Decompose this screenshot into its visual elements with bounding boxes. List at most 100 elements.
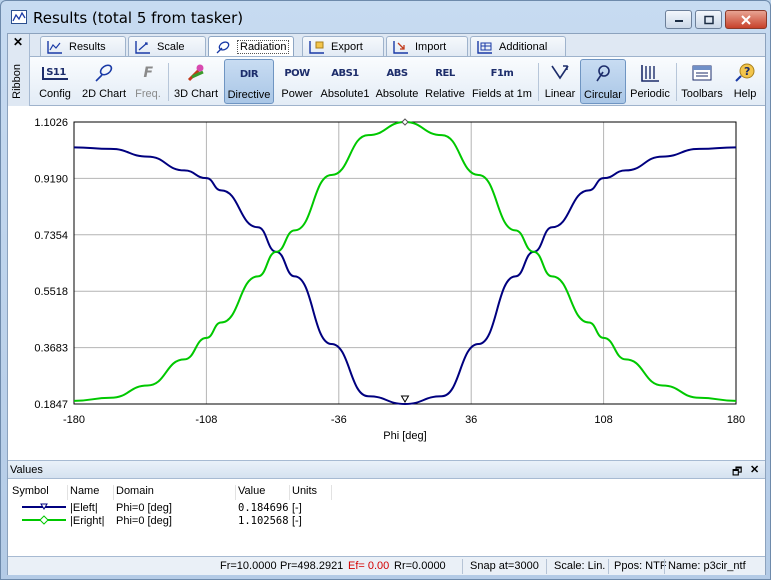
relative-button[interactable]: REL Relative [422, 59, 468, 104]
periodic-button[interactable]: Periodic [628, 59, 672, 104]
close-button[interactable] [725, 10, 767, 29]
status-fr: Fr=10.0000 [220, 560, 277, 572]
freq-button[interactable]: F Freq. [134, 59, 162, 104]
column-header-domain[interactable]: Domain [116, 485, 236, 500]
export-icon [309, 40, 324, 54]
absolute-icon: ABS [386, 67, 408, 79]
row-domain: Phi=0 [deg] [116, 502, 172, 514]
x-tick-label: 180 [727, 414, 745, 426]
toolbar-separator [168, 63, 169, 101]
column-header-symbol[interactable]: Symbol [12, 485, 68, 500]
column-header-units[interactable]: Units [292, 485, 332, 500]
y-tick-label: 0.9190 [34, 173, 68, 185]
ribbon-close-icon[interactable]: ✕ [13, 35, 23, 49]
x-tick-label: -108 [195, 414, 217, 426]
toolbar-separator [676, 63, 677, 101]
directive-label: Directive [227, 89, 271, 101]
fields-at-1m-icon: F1m [490, 67, 514, 79]
row-name: |Eleft| [70, 502, 98, 514]
fields-at-1m-button[interactable]: F1m Fields at 1m [470, 59, 534, 104]
3d-chart-icon [185, 61, 207, 85]
status-pr: Pr=498.2921 [280, 560, 344, 572]
linear-label: Linear [544, 88, 576, 100]
row-value: 1.102568 [238, 515, 289, 527]
tab-scale[interactable]: Scale [128, 36, 206, 56]
freq-label: Freq. [135, 88, 161, 100]
directive-button[interactable]: DIR Directive [224, 59, 274, 104]
relative-label: Relative [425, 88, 465, 100]
x-axis-label: Phi [deg] [383, 430, 426, 442]
minimize-icon [674, 19, 683, 22]
status-rr: Rr=0.0000 [394, 560, 446, 572]
circular-label: Circular [584, 89, 622, 101]
config-icon: S11 [42, 61, 68, 85]
absolute1-button[interactable]: ABS1 Absolute1 [318, 59, 372, 104]
title-bar[interactable]: Results (total 5 from tasker) [1, 1, 770, 33]
help-label: Help [733, 88, 757, 100]
app-icon [11, 10, 27, 24]
3d-chart-button[interactable]: 3D Chart [172, 59, 220, 104]
results-window: Results (total 5 from tasker) ✕ Ribbon R… [0, 0, 771, 580]
row-value: 0.184696 [238, 502, 289, 514]
y-tick-label: 0.3683 [34, 343, 68, 355]
toolbars-button[interactable]: Toolbars [680, 59, 724, 104]
y-tick-label: 0.1847 [34, 399, 68, 411]
toolbar-separator [538, 63, 539, 101]
tab-results[interactable]: Results [40, 36, 126, 56]
power-button[interactable]: POW Power [278, 59, 316, 104]
ribbon-label: Ribbon [11, 64, 23, 99]
circular-icon [592, 62, 614, 86]
help-button[interactable]: ? Help [730, 59, 760, 104]
column-header-value[interactable]: Value [238, 485, 290, 500]
row-domain: Phi=0 [deg] [116, 515, 172, 527]
column-header-name[interactable]: Name [70, 485, 114, 500]
tab-additional[interactable]: Additional [470, 36, 566, 56]
chart-area[interactable]: 0.1847 0.3683 0.5518 0.7354 0.9190 1.1026 -180… [8, 107, 765, 457]
linear-button[interactable]: Linear [542, 59, 578, 104]
values-panel-title: Values [10, 464, 43, 476]
minimize-button[interactable] [665, 10, 692, 29]
config-label: Config [39, 88, 71, 100]
x-tick-label: 108 [594, 414, 612, 426]
circular-button[interactable]: Circular [580, 59, 626, 104]
tab-export-label: Export [331, 40, 363, 53]
config-button[interactable]: S11 Config [38, 59, 72, 104]
tab-radiation-label: Radiation [237, 40, 290, 54]
window-title: Results (total 5 from tasker) [33, 9, 244, 27]
2d-chart-label: 2D Chart [81, 88, 127, 100]
power-label: Power [281, 88, 313, 100]
directive-icon: DIR [239, 68, 259, 80]
svg-text:?: ? [744, 65, 750, 78]
status-ef: Ef= 0.00 [348, 560, 390, 572]
status-bar: Fr=10.0000 Pr=498.2921 Ef= 0.00 Rr=0.000… [8, 556, 765, 575]
tab-additional-label: Additional [499, 40, 548, 53]
relative-icon: REL [435, 67, 455, 79]
close-panel-icon[interactable]: ✕ [750, 463, 759, 476]
freq-icon: F [143, 65, 153, 81]
status-scale: Scale: Lin. [554, 560, 606, 572]
2d-chart-button[interactable]: 2D Chart [80, 59, 128, 104]
y-tick-label: 1.1026 [34, 117, 68, 129]
help-icon: ? [734, 61, 756, 85]
restore-icon [703, 15, 714, 24]
import-icon [393, 40, 408, 54]
results-icon [47, 40, 62, 54]
float-panel-icon[interactable]: 🗗 [732, 463, 742, 482]
tab-radiation[interactable]: Radiation [208, 36, 294, 57]
tab-export[interactable]: Export [302, 36, 384, 56]
x-tick-label: 36 [465, 414, 477, 426]
tab-scale-label: Scale [157, 40, 185, 53]
absolute1-icon: ABS1 [331, 67, 359, 79]
status-ppos: Ppos: NTF [614, 560, 667, 572]
radiation-chart[interactable]: 0.1847 0.3683 0.5518 0.7354 0.9190 1.1026 -180… [8, 107, 765, 457]
values-panel-header: Values 🗗 ✕ [8, 461, 765, 479]
absolute-label: Absolute [375, 88, 419, 100]
maximize-button[interactable] [695, 10, 722, 29]
absolute1-label: Absolute1 [320, 88, 370, 100]
status-name: Name: p3cir_ntf [668, 560, 746, 572]
tab-import[interactable]: Import [386, 36, 468, 56]
toolbars-icon [691, 61, 713, 85]
ribbon-toolbar: S11 Config 2D Chart F Freq. 3D Chart DIR… [30, 56, 765, 106]
absolute-button[interactable]: ABS Absolute [374, 59, 420, 104]
close-icon [741, 14, 751, 25]
